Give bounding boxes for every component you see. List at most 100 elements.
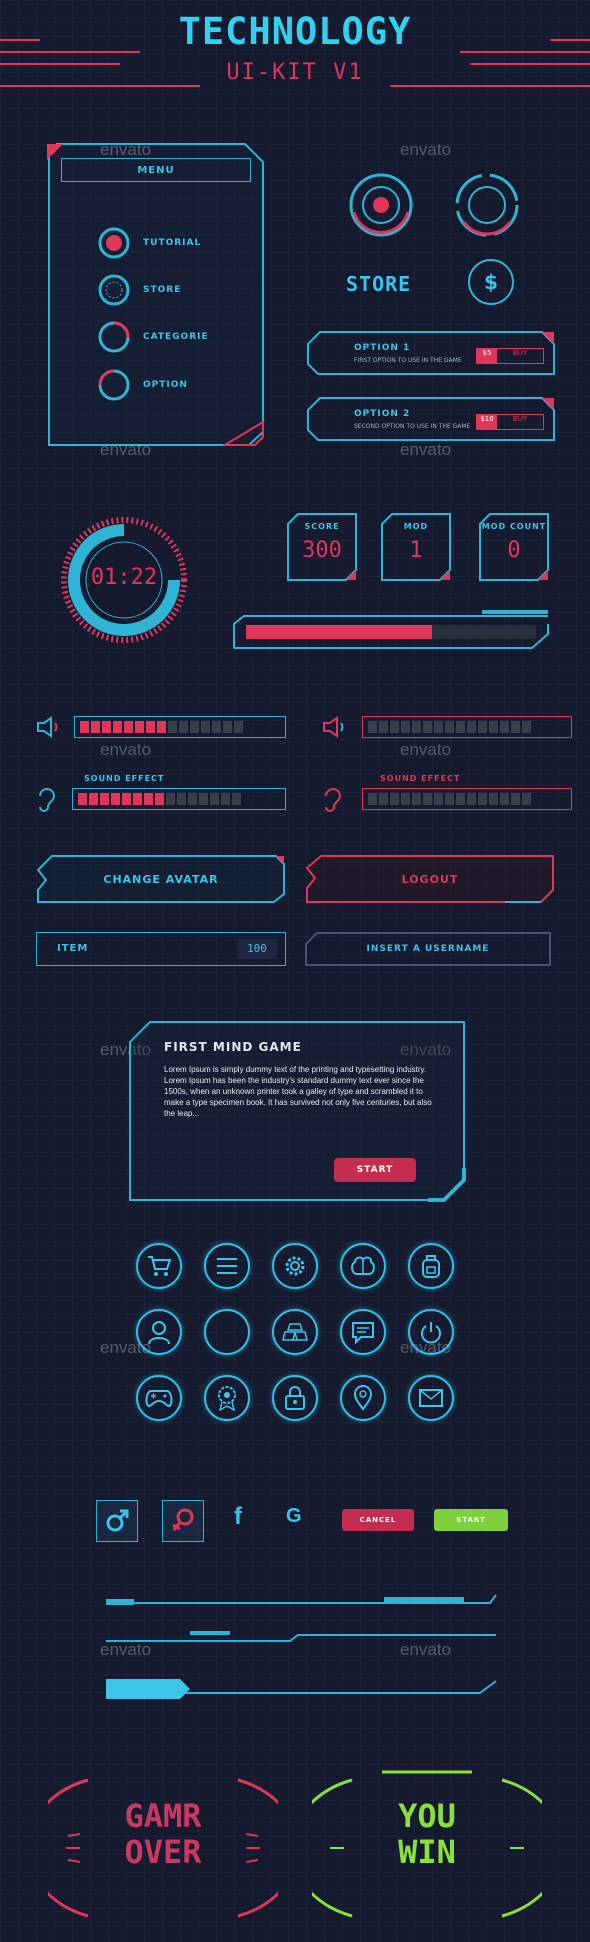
you-win-line-1: YOU xyxy=(398,1797,456,1835)
menu-item-store[interactable]: STORE xyxy=(97,273,181,307)
gamepad-icon[interactable] xyxy=(136,1375,182,1421)
buy-button[interactable]: $5 BUY xyxy=(476,348,544,364)
progress-track xyxy=(246,625,536,639)
header: TECHNOLOGY UI-KIT V1 xyxy=(0,0,590,100)
currency-button[interactable]: $ xyxy=(468,259,514,305)
bar-segment xyxy=(223,721,232,733)
start-button[interactable]: START xyxy=(434,1509,508,1531)
lock-icon[interactable] xyxy=(272,1375,318,1421)
facebook-icon[interactable]: f xyxy=(234,1503,242,1531)
volume-slider[interactable] xyxy=(362,716,572,738)
price-tag: $10 xyxy=(477,415,497,429)
gear-icon[interactable] xyxy=(272,1243,318,1289)
speaker-icon xyxy=(36,716,62,738)
ear-icon xyxy=(36,786,56,812)
stat-mod: MOD 1 xyxy=(380,512,452,582)
logout-button[interactable]: LOGOUT xyxy=(305,854,555,904)
bar-segment xyxy=(379,793,388,805)
sound-effect-slider[interactable] xyxy=(362,788,572,810)
page-subtitle: UI-KIT V1 xyxy=(226,60,364,85)
menu-item-label: CATEGORIE xyxy=(143,332,209,342)
volume-row-2 xyxy=(322,714,572,740)
username-placeholder: INSERT A USERNAME xyxy=(366,944,490,954)
username-input[interactable]: INSERT A USERNAME xyxy=(305,932,551,966)
bar-segment xyxy=(423,721,432,733)
dialog-start-button[interactable]: START xyxy=(334,1158,416,1182)
bar-segment xyxy=(368,793,377,805)
bar-segment xyxy=(210,793,219,805)
ring-icon xyxy=(97,320,131,354)
cancel-button[interactable]: CANCEL xyxy=(342,1509,414,1531)
female-icon xyxy=(171,1508,195,1534)
menu-item-label: STORE xyxy=(143,285,182,295)
dollar-icon: $ xyxy=(484,270,498,294)
bar-segment xyxy=(221,793,230,805)
bar-segment xyxy=(122,793,131,805)
menu-item-tutorial[interactable]: TUTORIAL xyxy=(97,226,201,260)
bar-segment xyxy=(190,721,199,733)
change-avatar-button[interactable]: CHANGE AVATAR xyxy=(36,854,286,904)
brain-icon[interactable] xyxy=(340,1243,386,1289)
bar-segment xyxy=(168,721,177,733)
target-icon xyxy=(349,173,413,237)
volume-slider[interactable] xyxy=(74,716,286,738)
backpack-icon[interactable] xyxy=(408,1243,454,1289)
sound-effect-row-2: SOUND EFFECT xyxy=(322,774,572,814)
gold-icon[interactable] xyxy=(272,1309,318,1355)
stat-value: 1 xyxy=(409,538,423,563)
target-knob-blue[interactable] xyxy=(454,172,520,238)
bar-segment xyxy=(390,793,399,805)
menu-title-bar: MENU xyxy=(61,158,251,182)
option-title: OPTION 2 xyxy=(354,409,411,419)
female-button[interactable] xyxy=(162,1500,204,1542)
menu-item-option[interactable]: OPTION xyxy=(97,368,188,402)
menu-panel: MENU TUTORIAL STORE CATEGORIE OPTION xyxy=(45,142,267,447)
game-over-text: GAMR OVER xyxy=(48,1798,278,1870)
user-icon[interactable] xyxy=(136,1309,182,1355)
bar-segment xyxy=(511,721,520,733)
price-tag: $5 xyxy=(477,349,497,363)
bar-segment xyxy=(199,793,208,805)
watermark: envato xyxy=(400,140,452,159)
bar-segment xyxy=(401,793,410,805)
badge-icon[interactable] xyxy=(204,1375,250,1421)
location-icon[interactable] xyxy=(340,1375,386,1421)
bar-segment xyxy=(234,721,243,733)
progress-fill xyxy=(246,625,432,639)
blank-icon[interactable] xyxy=(204,1309,250,1355)
bar-segment xyxy=(522,793,531,805)
ear-icon xyxy=(322,786,342,812)
cart-icon[interactable] xyxy=(136,1243,182,1289)
bar-segment xyxy=(478,721,487,733)
bar-segment xyxy=(445,793,454,805)
mail-icon[interactable] xyxy=(408,1375,454,1421)
male-button[interactable] xyxy=(96,1500,138,1542)
bar-segment xyxy=(135,721,144,733)
bar-segment xyxy=(500,793,509,805)
bar-segment xyxy=(401,721,410,733)
bar-segment xyxy=(179,721,188,733)
sound-effect-row-1: SOUND EFFECT xyxy=(36,774,286,814)
stat-value: 300 xyxy=(302,538,342,563)
store-option-2[interactable]: OPTION 2 SECOND OPTION TO USE IN THE GAM… xyxy=(306,396,556,442)
google-icon[interactable]: G xyxy=(286,1505,302,1528)
power-icon[interactable] xyxy=(408,1309,454,1355)
bar-segment xyxy=(80,721,89,733)
sound-effect-slider[interactable] xyxy=(72,788,286,810)
bar-segment xyxy=(379,721,388,733)
item-field[interactable]: ITEM 100 xyxy=(36,932,286,966)
menu-item-categorie[interactable]: CATEGORIE xyxy=(97,320,209,354)
target-knob-red[interactable] xyxy=(348,172,414,238)
logout-label: LOGOUT xyxy=(401,872,459,886)
store-option-1[interactable]: OPTION 1 FIRST OPTION TO USE IN THE GAME… xyxy=(306,330,556,376)
game-over-line-2: OVER xyxy=(124,1833,202,1871)
chat-icon[interactable] xyxy=(340,1309,386,1355)
bar-segment xyxy=(144,793,153,805)
bar-segment xyxy=(201,721,210,733)
bar-segment xyxy=(412,721,421,733)
buy-button[interactable]: $10 BUY xyxy=(476,414,544,430)
menu-icon[interactable] xyxy=(204,1243,250,1289)
bar-segment xyxy=(500,721,509,733)
bar-segment xyxy=(89,793,98,805)
sound-effect-label: SOUND EFFECT xyxy=(380,774,461,783)
